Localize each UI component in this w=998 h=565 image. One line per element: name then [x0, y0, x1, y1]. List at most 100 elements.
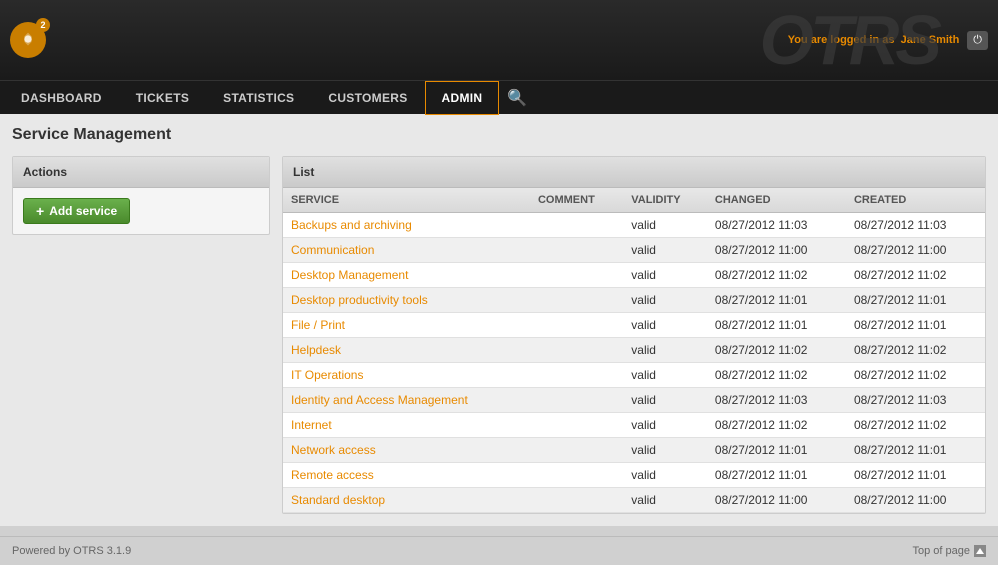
table-cell-changed: 08/27/2012 11:03	[707, 213, 846, 238]
service-link[interactable]: IT Operations	[291, 368, 363, 382]
nav-admin[interactable]: ADMIN	[425, 81, 500, 115]
table-cell-service: Identity and Access Management	[283, 388, 530, 413]
table-row: Helpdeskvalid08/27/2012 11:0208/27/2012 …	[283, 338, 985, 363]
top-of-page-link[interactable]: Top of page	[913, 545, 987, 557]
table-cell-changed: 08/27/2012 11:01	[707, 463, 846, 488]
table-cell-changed: 08/27/2012 11:02	[707, 263, 846, 288]
table-cell-validity: valid	[623, 463, 707, 488]
table-row: Internetvalid08/27/2012 11:0208/27/2012 …	[283, 413, 985, 438]
table-cell-validity: valid	[623, 313, 707, 338]
service-link[interactable]: Standard desktop	[291, 493, 385, 507]
table-cell-validity: valid	[623, 338, 707, 363]
nav-tickets[interactable]: TICKETS	[119, 81, 206, 115]
table-cell-changed: 08/27/2012 11:02	[707, 363, 846, 388]
service-link[interactable]: File / Print	[291, 318, 345, 332]
add-service-label: Add service	[49, 204, 117, 218]
header: 2 OTRS You are logged in as Jane Smith ⏻	[0, 0, 998, 80]
table-cell-service: Communication	[283, 238, 530, 263]
footer: Powered by OTRS 3.1.9 Top of page	[0, 536, 998, 565]
table-cell-created: 08/27/2012 11:01	[846, 288, 985, 313]
table-cell-service: File / Print	[283, 313, 530, 338]
table-cell-changed: 08/27/2012 11:02	[707, 413, 846, 438]
table-cell-service: Remote access	[283, 463, 530, 488]
table-cell-comment	[530, 363, 623, 388]
table-row: IT Operationsvalid08/27/2012 11:0208/27/…	[283, 363, 985, 388]
table-row: Identity and Access Management valid08/27…	[283, 388, 985, 413]
table-header-row: SERVICE COMMENT VALIDITY CHANGED CREATED	[283, 188, 985, 213]
service-link[interactable]: Identity and Access Management	[291, 393, 468, 407]
col-header-service: SERVICE	[283, 188, 530, 213]
list-panel: List SERVICE COMMENT VALIDITY CHANGED CR…	[282, 156, 986, 514]
table-cell-validity: valid	[623, 438, 707, 463]
table-cell-validity: valid	[623, 263, 707, 288]
table-cell-comment	[530, 338, 623, 363]
table-cell-comment	[530, 288, 623, 313]
table-cell-comment	[530, 213, 623, 238]
add-service-button[interactable]: + Add service	[23, 198, 130, 224]
table-cell-changed: 08/27/2012 11:01	[707, 438, 846, 463]
table-cell-changed: 08/27/2012 11:01	[707, 313, 846, 338]
table-cell-created: 08/27/2012 11:01	[846, 313, 985, 338]
table-row: Network accessvalid08/27/2012 11:0108/27…	[283, 438, 985, 463]
table-cell-service: Standard desktop	[283, 488, 530, 513]
table-cell-comment	[530, 488, 623, 513]
table-row: Standard desktopvalid08/27/2012 11:0008/…	[283, 488, 985, 513]
table-cell-service: Desktop productivity tools	[283, 288, 530, 313]
powered-by-text: Powered by OTRS 3.1.9	[12, 545, 131, 557]
table-cell-created: 08/27/2012 11:02	[846, 363, 985, 388]
header-left: 2	[10, 22, 50, 58]
table-cell-comment	[530, 238, 623, 263]
table-cell-changed: 08/27/2012 11:03	[707, 388, 846, 413]
table-cell-created: 08/27/2012 11:00	[846, 488, 985, 513]
table-cell-validity: valid	[623, 363, 707, 388]
table-cell-service: Backups and archiving	[283, 213, 530, 238]
nav-customers[interactable]: CUSTOMERS	[311, 81, 424, 115]
table-body: Backups and archivingvalid08/27/2012 11:…	[283, 213, 985, 513]
table-cell-changed: 08/27/2012 11:00	[707, 488, 846, 513]
logout-button[interactable]: ⏻	[967, 31, 988, 50]
table-cell-created: 08/27/2012 11:02	[846, 413, 985, 438]
table-row: Backups and archivingvalid08/27/2012 11:…	[283, 213, 985, 238]
table-cell-created: 08/27/2012 11:02	[846, 338, 985, 363]
table-cell-service: Helpdesk	[283, 338, 530, 363]
nav-statistics[interactable]: STATISTICS	[206, 81, 311, 115]
table-cell-comment	[530, 388, 623, 413]
service-link[interactable]: Helpdesk	[291, 343, 341, 357]
service-link[interactable]: Desktop Management	[291, 268, 408, 282]
table-cell-comment	[530, 263, 623, 288]
table-cell-validity: valid	[623, 388, 707, 413]
service-link[interactable]: Network access	[291, 443, 376, 457]
sidebar-section-header-actions: Actions	[13, 157, 269, 188]
table-cell-changed: 08/27/2012 11:01	[707, 288, 846, 313]
logo-icon[interactable]: 2	[10, 22, 46, 58]
search-icon[interactable]: 🔍	[499, 88, 535, 108]
table-cell-created: 08/27/2012 11:00	[846, 238, 985, 263]
table-cell-created: 08/27/2012 11:02	[846, 263, 985, 288]
notification-badge: 2	[36, 18, 50, 32]
table-cell-changed: 08/27/2012 11:00	[707, 238, 846, 263]
service-link[interactable]: Remote access	[291, 468, 374, 482]
service-link[interactable]: Backups and archiving	[291, 218, 412, 232]
table-cell-validity: valid	[623, 288, 707, 313]
table-cell-created: 08/27/2012 11:01	[846, 463, 985, 488]
table-cell-service: Desktop Management	[283, 263, 530, 288]
col-header-changed: CHANGED	[707, 188, 846, 213]
sidebar: Actions + Add service	[12, 156, 270, 514]
sidebar-section-body-actions: + Add service	[13, 188, 269, 234]
top-of-page-label: Top of page	[913, 545, 971, 557]
list-panel-header: List	[283, 157, 985, 188]
table-cell-service: IT Operations	[283, 363, 530, 388]
nav-dashboard[interactable]: DASHBOARD	[4, 81, 119, 115]
plus-icon: +	[36, 204, 44, 218]
table-cell-validity: valid	[623, 488, 707, 513]
table-cell-comment	[530, 463, 623, 488]
table-cell-service: Internet	[283, 413, 530, 438]
page-title: Service Management	[12, 126, 986, 144]
table-row: Desktop productivity toolsvalid08/27/201…	[283, 288, 985, 313]
service-link[interactable]: Desktop productivity tools	[291, 293, 428, 307]
table-row: Remote accessvalid08/27/2012 11:0108/27/…	[283, 463, 985, 488]
service-link[interactable]: Internet	[291, 418, 332, 432]
service-link[interactable]: Communication	[291, 243, 374, 257]
service-table: SERVICE COMMENT VALIDITY CHANGED CREATED…	[283, 188, 985, 513]
table-cell-validity: valid	[623, 413, 707, 438]
